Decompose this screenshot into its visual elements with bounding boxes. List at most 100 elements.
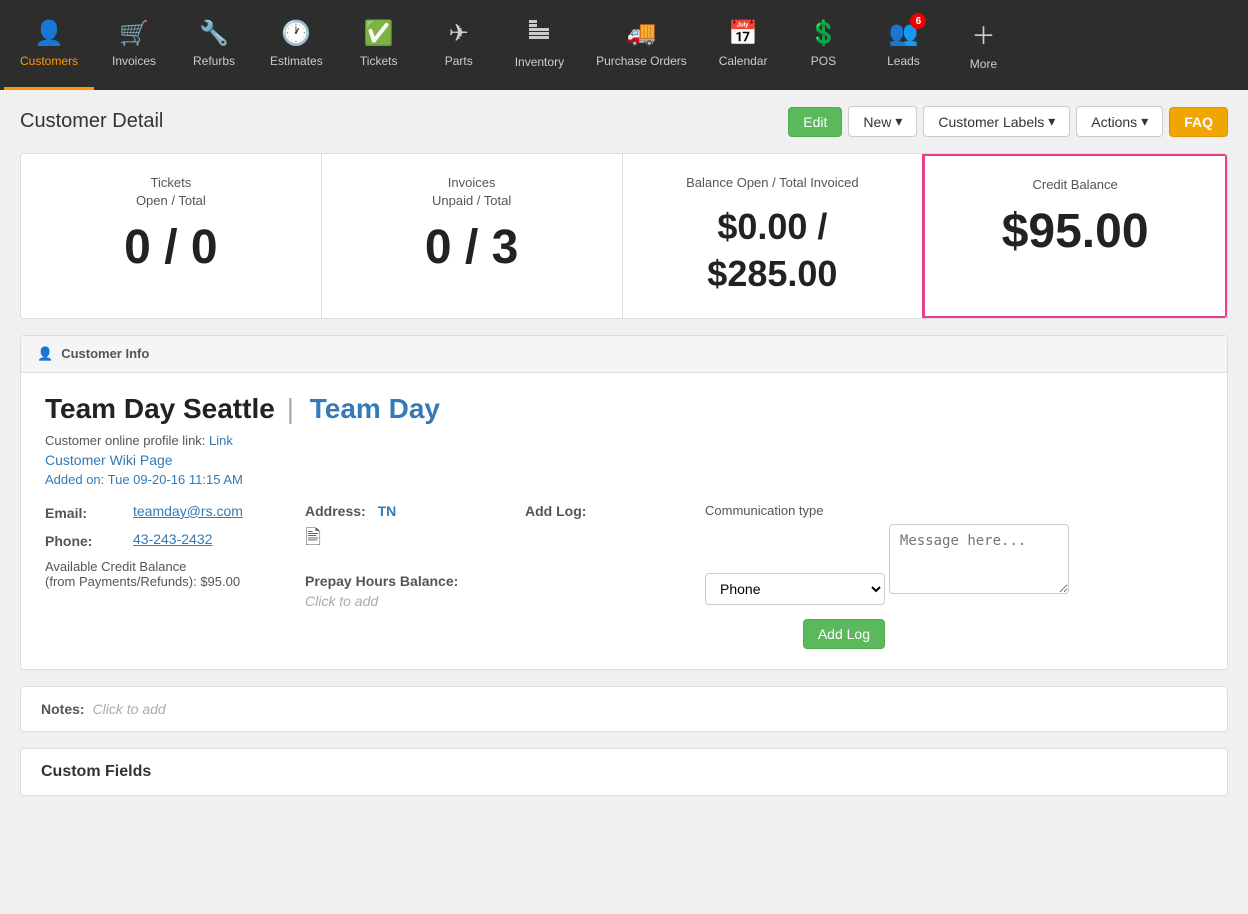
nav-item-pos[interactable]: 💲 POS (783, 0, 863, 90)
nav-label-invoices: Invoices (112, 54, 156, 68)
faq-button[interactable]: FAQ (1169, 107, 1228, 137)
customer-name: Team Day Seattle (45, 393, 275, 424)
nav-label-more: More (970, 57, 997, 71)
stats-row: Tickets Open / Total 0 / 0 Invoices Unpa… (20, 153, 1228, 319)
header-buttons: Edit New Customer Labels Actions FAQ (788, 106, 1228, 137)
email-row: Email: teamday@rs.com (45, 503, 305, 521)
tickets-icon: ✅ (364, 19, 394, 48)
nav-item-invoices[interactable]: 🛒 Invoices (94, 0, 174, 90)
calendar-icon: 📅 (728, 19, 758, 48)
balance-stat-label: Balance Open / Total Invoiced (643, 174, 903, 192)
custom-fields-section: Custom Fields (20, 748, 1228, 796)
invoices-stat-label: Invoices Unpaid / Total (342, 174, 602, 210)
customer-labels-button[interactable]: Customer Labels (923, 106, 1070, 137)
profile-link-row: Customer online profile link: Link (45, 433, 1203, 448)
nav-item-leads[interactable]: 👥 6 Leads (863, 0, 943, 90)
header-row: Customer Detail Edit New Customer Labels… (20, 106, 1228, 137)
nav-item-inventory[interactable]: Inventory (499, 0, 580, 90)
contact-col1: Email: teamday@rs.com Phone: 43-243-2432… (45, 503, 305, 589)
more-icon: ＋ (971, 16, 995, 51)
customers-icon: 👤 (34, 19, 64, 48)
phone-row: Phone: 43-243-2432 (45, 531, 305, 549)
comm-type-select[interactable]: Phone Email In Person Text (705, 573, 885, 605)
leads-icon-wrap: 👥 6 (889, 19, 919, 48)
edit-button[interactable]: Edit (788, 107, 842, 137)
prepay-label: Prepay Hours Balance: (305, 573, 525, 589)
prepay-section: Prepay Hours Balance: Click to add (305, 573, 525, 609)
email-label: Email: (45, 503, 125, 521)
purchase-orders-icon: 🚚 (626, 19, 656, 48)
customer-name-row: Team Day Seattle | Team Day (45, 393, 1203, 425)
notes-label: Notes: (41, 701, 85, 717)
address-col: Address: TN 🖹 Prepay Hours Balance: Clic… (305, 503, 525, 609)
nav-label-purchase-orders: Purchase Orders (596, 54, 687, 68)
top-nav: 👤 Customers 🛒 Invoices 🔧 Refurbs 🕐 Estim… (0, 0, 1248, 90)
nav-label-customers: Customers (20, 54, 78, 68)
section-header-label: Customer Info (61, 346, 149, 361)
credit-info: Available Credit Balance (from Payments/… (45, 559, 305, 589)
actions-button[interactable]: Actions (1076, 106, 1163, 137)
nav-label-leads: Leads (887, 54, 920, 68)
invoices-stat-value: 0 / 3 (342, 222, 602, 275)
nav-label-refurbs: Refurbs (193, 54, 235, 68)
main-content: Customer Detail Edit New Customer Labels… (0, 90, 1248, 812)
nav-label-inventory: Inventory (515, 55, 564, 69)
nav-item-purchase-orders[interactable]: 🚚 Purchase Orders (580, 0, 703, 90)
nav-item-customers[interactable]: 👤 Customers (4, 0, 94, 90)
credit-stat: Credit Balance $95.00 (922, 153, 1228, 319)
addlog-col: Add Log: (525, 503, 705, 519)
add-log-button[interactable]: Add Log (803, 619, 885, 649)
phone-value[interactable]: 43-243-2432 (133, 531, 212, 547)
estimates-icon: 🕐 (281, 19, 311, 48)
person-icon: 👤 (37, 346, 53, 362)
customer-org: Team Day (310, 393, 440, 424)
credit-stat-value: $95.00 (945, 206, 1205, 259)
leads-badge: 6 (910, 13, 926, 29)
credit-balance-sub: (from Payments/Refunds): $95.00 (45, 574, 305, 589)
wiki-link[interactable]: Customer Wiki Page (45, 452, 1203, 468)
customer-info-section: 👤 Customer Info Team Day Seattle | Team … (20, 335, 1228, 670)
phone-label: Phone: (45, 531, 125, 549)
comm-type-label: Communication type (705, 503, 1203, 518)
add-log-label: Add Log: (525, 503, 705, 519)
added-time: 11:15 AM (189, 472, 243, 487)
tickets-stat: Tickets Open / Total 0 / 0 (21, 154, 322, 318)
section-header: 👤 Customer Info (21, 336, 1227, 373)
nav-item-estimates[interactable]: 🕐 Estimates (254, 0, 339, 90)
prepay-placeholder[interactable]: Click to add (305, 593, 525, 609)
invoices-stat: Invoices Unpaid / Total 0 / 3 (322, 154, 623, 318)
profile-link[interactable]: Link (209, 433, 233, 448)
nav-label-calendar: Calendar (719, 54, 768, 68)
name-separator: | (287, 393, 302, 424)
added-on: Added on: Tue 09-20-16 11:15 AM (45, 472, 1203, 487)
notes-section: Notes: Click to add (20, 686, 1228, 732)
parts-icon: ✈ (449, 19, 469, 48)
credit-stat-label: Credit Balance (945, 176, 1205, 194)
nav-item-refurbs[interactable]: 🔧 Refurbs (174, 0, 254, 90)
address-label: Address: (305, 503, 366, 519)
notes-placeholder[interactable]: Click to add (93, 701, 166, 717)
message-textarea[interactable] (889, 524, 1069, 594)
credit-balance-title: Available Credit Balance (45, 559, 305, 574)
nav-item-more[interactable]: ＋ More (943, 0, 1023, 90)
nav-item-calendar[interactable]: 📅 Calendar (703, 0, 784, 90)
custom-fields-title: Custom Fields (41, 763, 1207, 781)
refurbs-icon: 🔧 (199, 19, 229, 48)
comm-col: Communication type Phone Email In Person… (705, 503, 1203, 649)
page-title: Customer Detail (20, 110, 163, 133)
email-value[interactable]: teamday@rs.com (133, 503, 243, 519)
address-icon: 🖹 (305, 523, 525, 557)
invoices-icon: 🛒 (119, 19, 149, 48)
new-button[interactable]: New (848, 106, 917, 137)
nav-item-tickets[interactable]: ✅ Tickets (339, 0, 419, 90)
section-body: Team Day Seattle | Team Day Customer onl… (21, 373, 1227, 669)
inventory-icon (527, 18, 551, 49)
nav-item-parts[interactable]: ✈ Parts (419, 0, 499, 90)
balance-stat: Balance Open / Total Invoiced $0.00 / $2… (623, 154, 924, 318)
nav-label-tickets: Tickets (360, 54, 398, 68)
tickets-stat-label: Tickets Open / Total (41, 174, 301, 210)
address-state[interactable]: TN (378, 503, 397, 519)
balance-stat-value: $0.00 / $285.00 (643, 204, 903, 298)
address-label-row: Address: TN (305, 503, 525, 519)
nav-label-pos: POS (811, 54, 836, 68)
